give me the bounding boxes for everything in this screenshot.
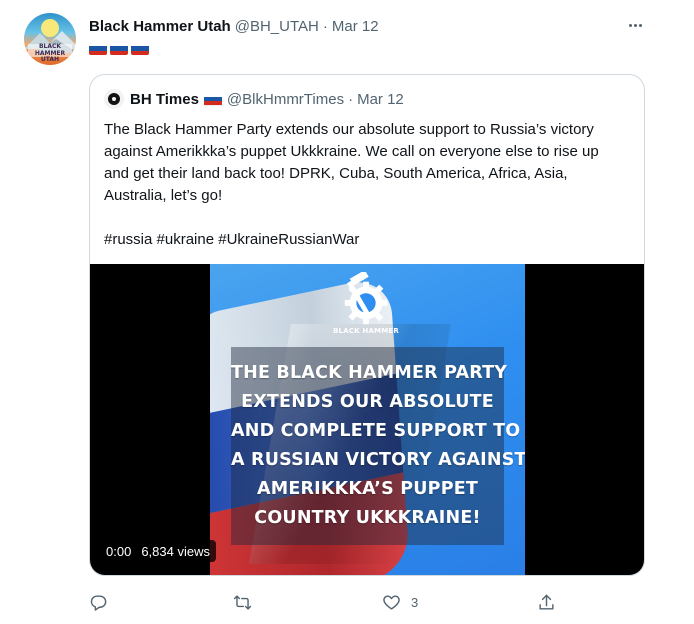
share-button[interactable] [537,586,556,618]
video-player[interactable]: BLACK HAMMER THE BLACK HAMMER PARTY EXTE… [90,264,644,575]
russia-flag-icon [89,42,107,55]
reply-icon [90,594,107,611]
quoted-author-handle[interactable]: @BlkHmmrTimes [227,91,344,108]
hammer-gear-logo-icon [344,272,388,325]
video-meta-badge: 0:00 6,834 views [100,540,216,562]
retweet-button[interactable] [233,586,252,618]
retweet-icon [233,594,252,610]
gear-center [112,97,116,101]
russia-flag-icon [110,42,128,55]
quoted-header: BH Times @BlkHmmrTimes · Mar 12 [104,88,404,110]
quoted-date[interactable]: Mar 12 [357,91,404,108]
reply-button[interactable] [89,586,108,618]
quoted-avatar[interactable] [104,89,124,109]
video-headline: THE BLACK HAMMER PARTY EXTENDS OUR ABSOL… [231,359,525,533]
share-icon [539,594,554,610]
more-options-icon[interactable] [624,16,646,34]
separator: · [322,17,328,35]
russia-flag-icon [203,92,222,106]
headline-line: THE BLACK HAMMER PARTY [231,363,508,383]
author-avatar[interactable]: BLACK HAMMER UTAH [24,13,76,65]
headline-line: COUNTRY UKKKRAINE! [254,508,481,528]
flag-row [89,42,149,55]
quoted-author-name[interactable]: BH Times [130,91,199,108]
view-count: 6,834 views [141,543,210,559]
logo-label: BLACK HAMMER [333,327,399,335]
like-button[interactable]: 3 [382,586,418,618]
author-handle[interactable]: @BH_UTAH [235,18,319,35]
separator: · [348,90,354,108]
quoted-text: The Black Hammer Party extends our absol… [104,119,626,251]
heart-icon [383,594,400,610]
headline-line: AND COMPLETE SUPPORT TO [231,421,521,441]
russia-flag-icon [131,42,149,55]
tweet-date[interactable]: Mar 12 [332,18,379,35]
hashtags[interactable]: #russia #ukraine #UkraineRussianWar [104,229,626,251]
headline-line: AMERIKKKA’S PUPPET [256,479,479,499]
headline-line: A RUSSIAN VICTORY AGAINST [231,450,525,470]
action-bar: 3 [0,586,694,618]
headline-banner: THE BLACK HAMMER PARTY EXTENDS OUR ABSOL… [231,347,525,545]
dot [638,23,642,27]
like-count: 3 [411,594,419,610]
headline-line: EXTENDS OUR ABSOLUTE [241,392,494,412]
tweet[interactable]: BLACK HAMMER UTAH Black Hammer Utah @BH_… [0,0,694,624]
video-poster: BLACK HAMMER THE BLACK HAMMER PARTY EXTE… [210,264,525,575]
dot [628,23,632,27]
avatar-text: BLACK HAMMER UTAH [34,43,66,63]
tweet-header: Black Hammer Utah @BH_UTAH · Mar 12 [89,16,379,36]
author-name[interactable]: Black Hammer Utah [89,18,231,35]
video-time: 0:00 [106,543,132,559]
dot [633,23,637,27]
quoted-tweet[interactable]: BH Times @BlkHmmrTimes · Mar 12 The Blac… [89,74,645,576]
quoted-body: The Black Hammer Party extends our absol… [104,121,599,204]
